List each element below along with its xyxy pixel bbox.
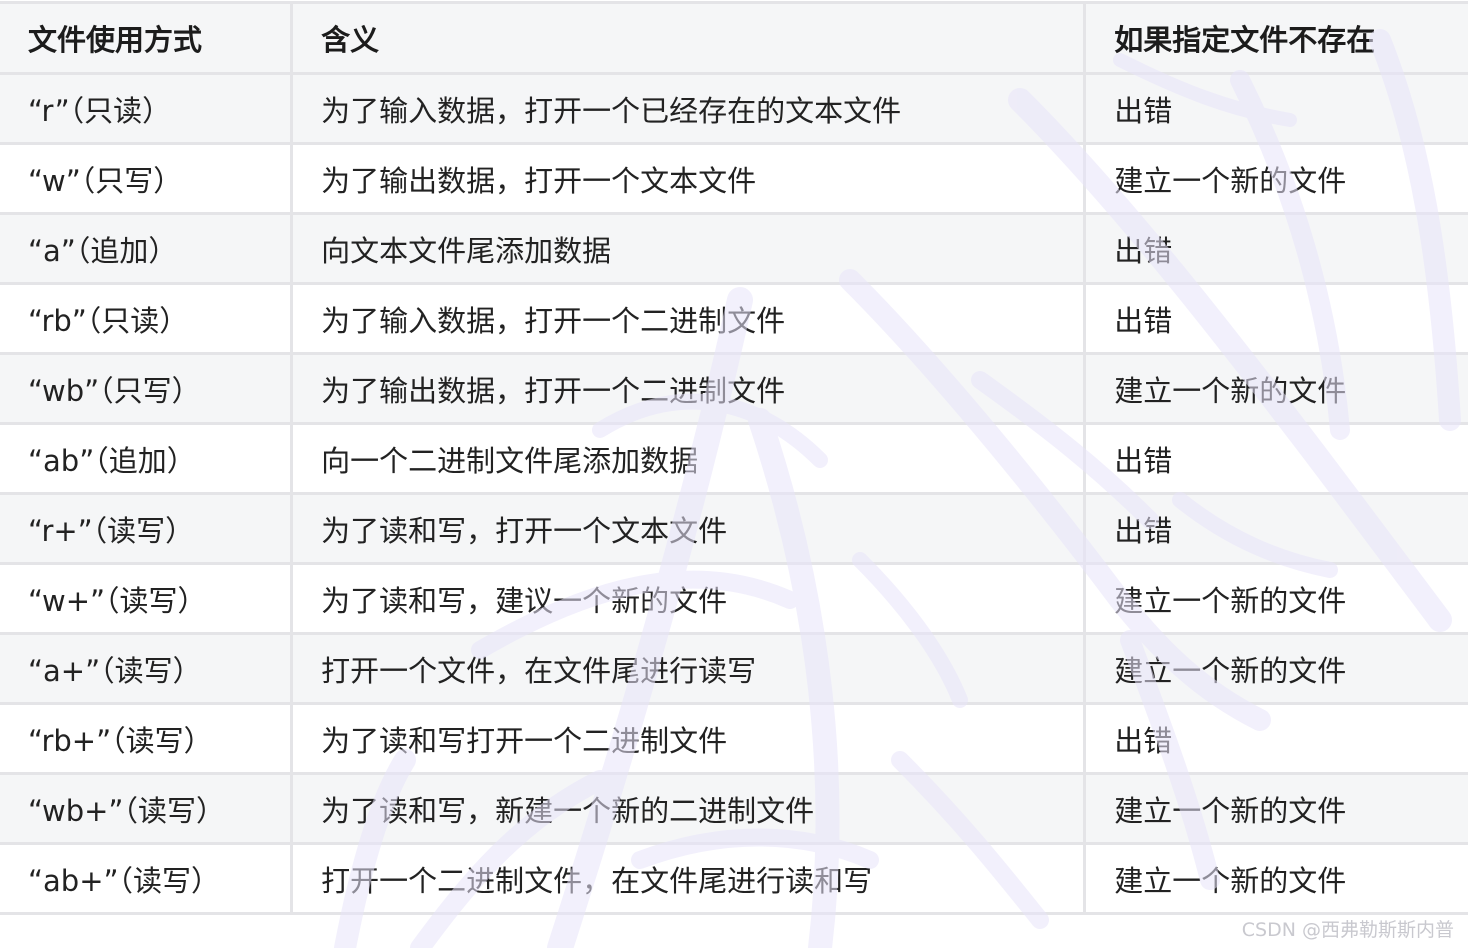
cell-meaning: 为了输入数据，打开一个已经存在的文本文件 <box>290 72 1087 145</box>
cell-mode: “a”（追加） <box>0 212 294 285</box>
table-row: “a+”（读写） 打开一个文件，在文件尾进行读写 建立一个新的文件 <box>0 632 1468 705</box>
table-row: “w+”（读写） 为了读和写，建议一个新的文件 建立一个新的文件 <box>0 562 1468 635</box>
table-row: “wb+”（读写） 为了读和写，新建一个新的二进制文件 建立一个新的文件 <box>0 772 1468 845</box>
cell-meaning: 为了读和写打开一个二进制文件 <box>290 702 1087 775</box>
cell-if-missing: 建立一个新的文件 <box>1083 772 1468 845</box>
table-row: “r”（只读） 为了输入数据，打开一个已经存在的文本文件 出错 <box>0 72 1468 145</box>
table-row: “ab+”（读写） 打开一个二进制文件，在文件尾进行读和写 建立一个新的文件 <box>0 842 1468 915</box>
cell-if-missing: 出错 <box>1083 282 1468 355</box>
cell-if-missing: 出错 <box>1083 212 1468 285</box>
cell-mode: “w”（只写） <box>0 142 294 215</box>
csdn-watermark-text: CSDN @西弗勒斯斯内普 <box>1241 919 1454 941</box>
table-row: “wb”（只写） 为了输出数据，打开一个二进制文件 建立一个新的文件 <box>0 352 1468 425</box>
file-mode-table: 文件使用方式 含义 如果指定文件不存在 “r”（只读） 为了输入数据，打开一个已经… <box>0 1 1468 915</box>
cell-meaning: 为了读和写，建议一个新的文件 <box>290 562 1087 635</box>
cell-meaning: 为了读和写，打开一个文本文件 <box>290 492 1087 565</box>
table-row: “r+”（读写） 为了读和写，打开一个文本文件 出错 <box>0 492 1468 565</box>
cell-mode: “rb+”（读写） <box>0 702 294 775</box>
cell-if-missing: 出错 <box>1083 72 1468 145</box>
cell-meaning: 打开一个文件，在文件尾进行读写 <box>290 632 1087 705</box>
cell-mode: “r”（只读） <box>0 72 294 145</box>
cell-mode: “w+”（读写） <box>0 562 294 635</box>
table-header-row: 文件使用方式 含义 如果指定文件不存在 <box>0 1 1468 75</box>
cell-meaning: 打开一个二进制文件，在文件尾进行读和写 <box>290 842 1087 915</box>
cell-if-missing: 建立一个新的文件 <box>1083 632 1468 705</box>
cell-meaning: 向文本文件尾添加数据 <box>290 212 1087 285</box>
cell-if-missing: 建立一个新的文件 <box>1083 842 1468 915</box>
table-body: “r”（只读） 为了输入数据，打开一个已经存在的文本文件 出错 “w”（只写） 为了输出… <box>0 72 1468 915</box>
table-row: “rb+”（读写） 为了读和写打开一个二进制文件 出错 <box>0 702 1468 775</box>
cell-meaning: 为了读和写，新建一个新的二进制文件 <box>290 772 1087 845</box>
cell-mode: “rb”（只读） <box>0 282 294 355</box>
cell-meaning: 向一个二进制文件尾添加数据 <box>290 422 1087 495</box>
cell-if-missing: 出错 <box>1083 702 1468 775</box>
cell-if-missing: 出错 <box>1083 492 1468 565</box>
cell-if-missing: 建立一个新的文件 <box>1083 352 1468 425</box>
cell-meaning: 为了输出数据，打开一个二进制文件 <box>290 352 1087 425</box>
table-row: “a”（追加） 向文本文件尾添加数据 出错 <box>0 212 1468 285</box>
cell-mode: “r+”（读写） <box>0 492 294 565</box>
document-page: 文件使用方式 含义 如果指定文件不存在 “r”（只读） 为了输入数据，打开一个已经… <box>0 0 1468 948</box>
cell-if-missing: 建立一个新的文件 <box>1083 562 1468 635</box>
table-row: “w”（只写） 为了输出数据，打开一个文本文件 建立一个新的文件 <box>0 142 1468 215</box>
cell-meaning: 为了输出数据，打开一个文本文件 <box>290 142 1087 215</box>
header-meaning: 含义 <box>290 1 1087 75</box>
cell-mode: “a+”（读写） <box>0 632 294 705</box>
cell-mode: “ab”（追加） <box>0 422 294 495</box>
cell-if-missing: 出错 <box>1083 422 1468 495</box>
cell-meaning: 为了输入数据，打开一个二进制文件 <box>290 282 1087 355</box>
cell-if-missing: 建立一个新的文件 <box>1083 142 1468 215</box>
header-mode: 文件使用方式 <box>0 1 294 75</box>
cell-mode: “wb+”（读写） <box>0 772 294 845</box>
cell-mode: “ab+”（读写） <box>0 842 294 915</box>
table-row: “rb”（只读） 为了输入数据，打开一个二进制文件 出错 <box>0 282 1468 355</box>
table-row: “ab”（追加） 向一个二进制文件尾添加数据 出错 <box>0 422 1468 495</box>
header-if-missing: 如果指定文件不存在 <box>1083 1 1468 75</box>
cell-mode: “wb”（只写） <box>0 352 294 425</box>
